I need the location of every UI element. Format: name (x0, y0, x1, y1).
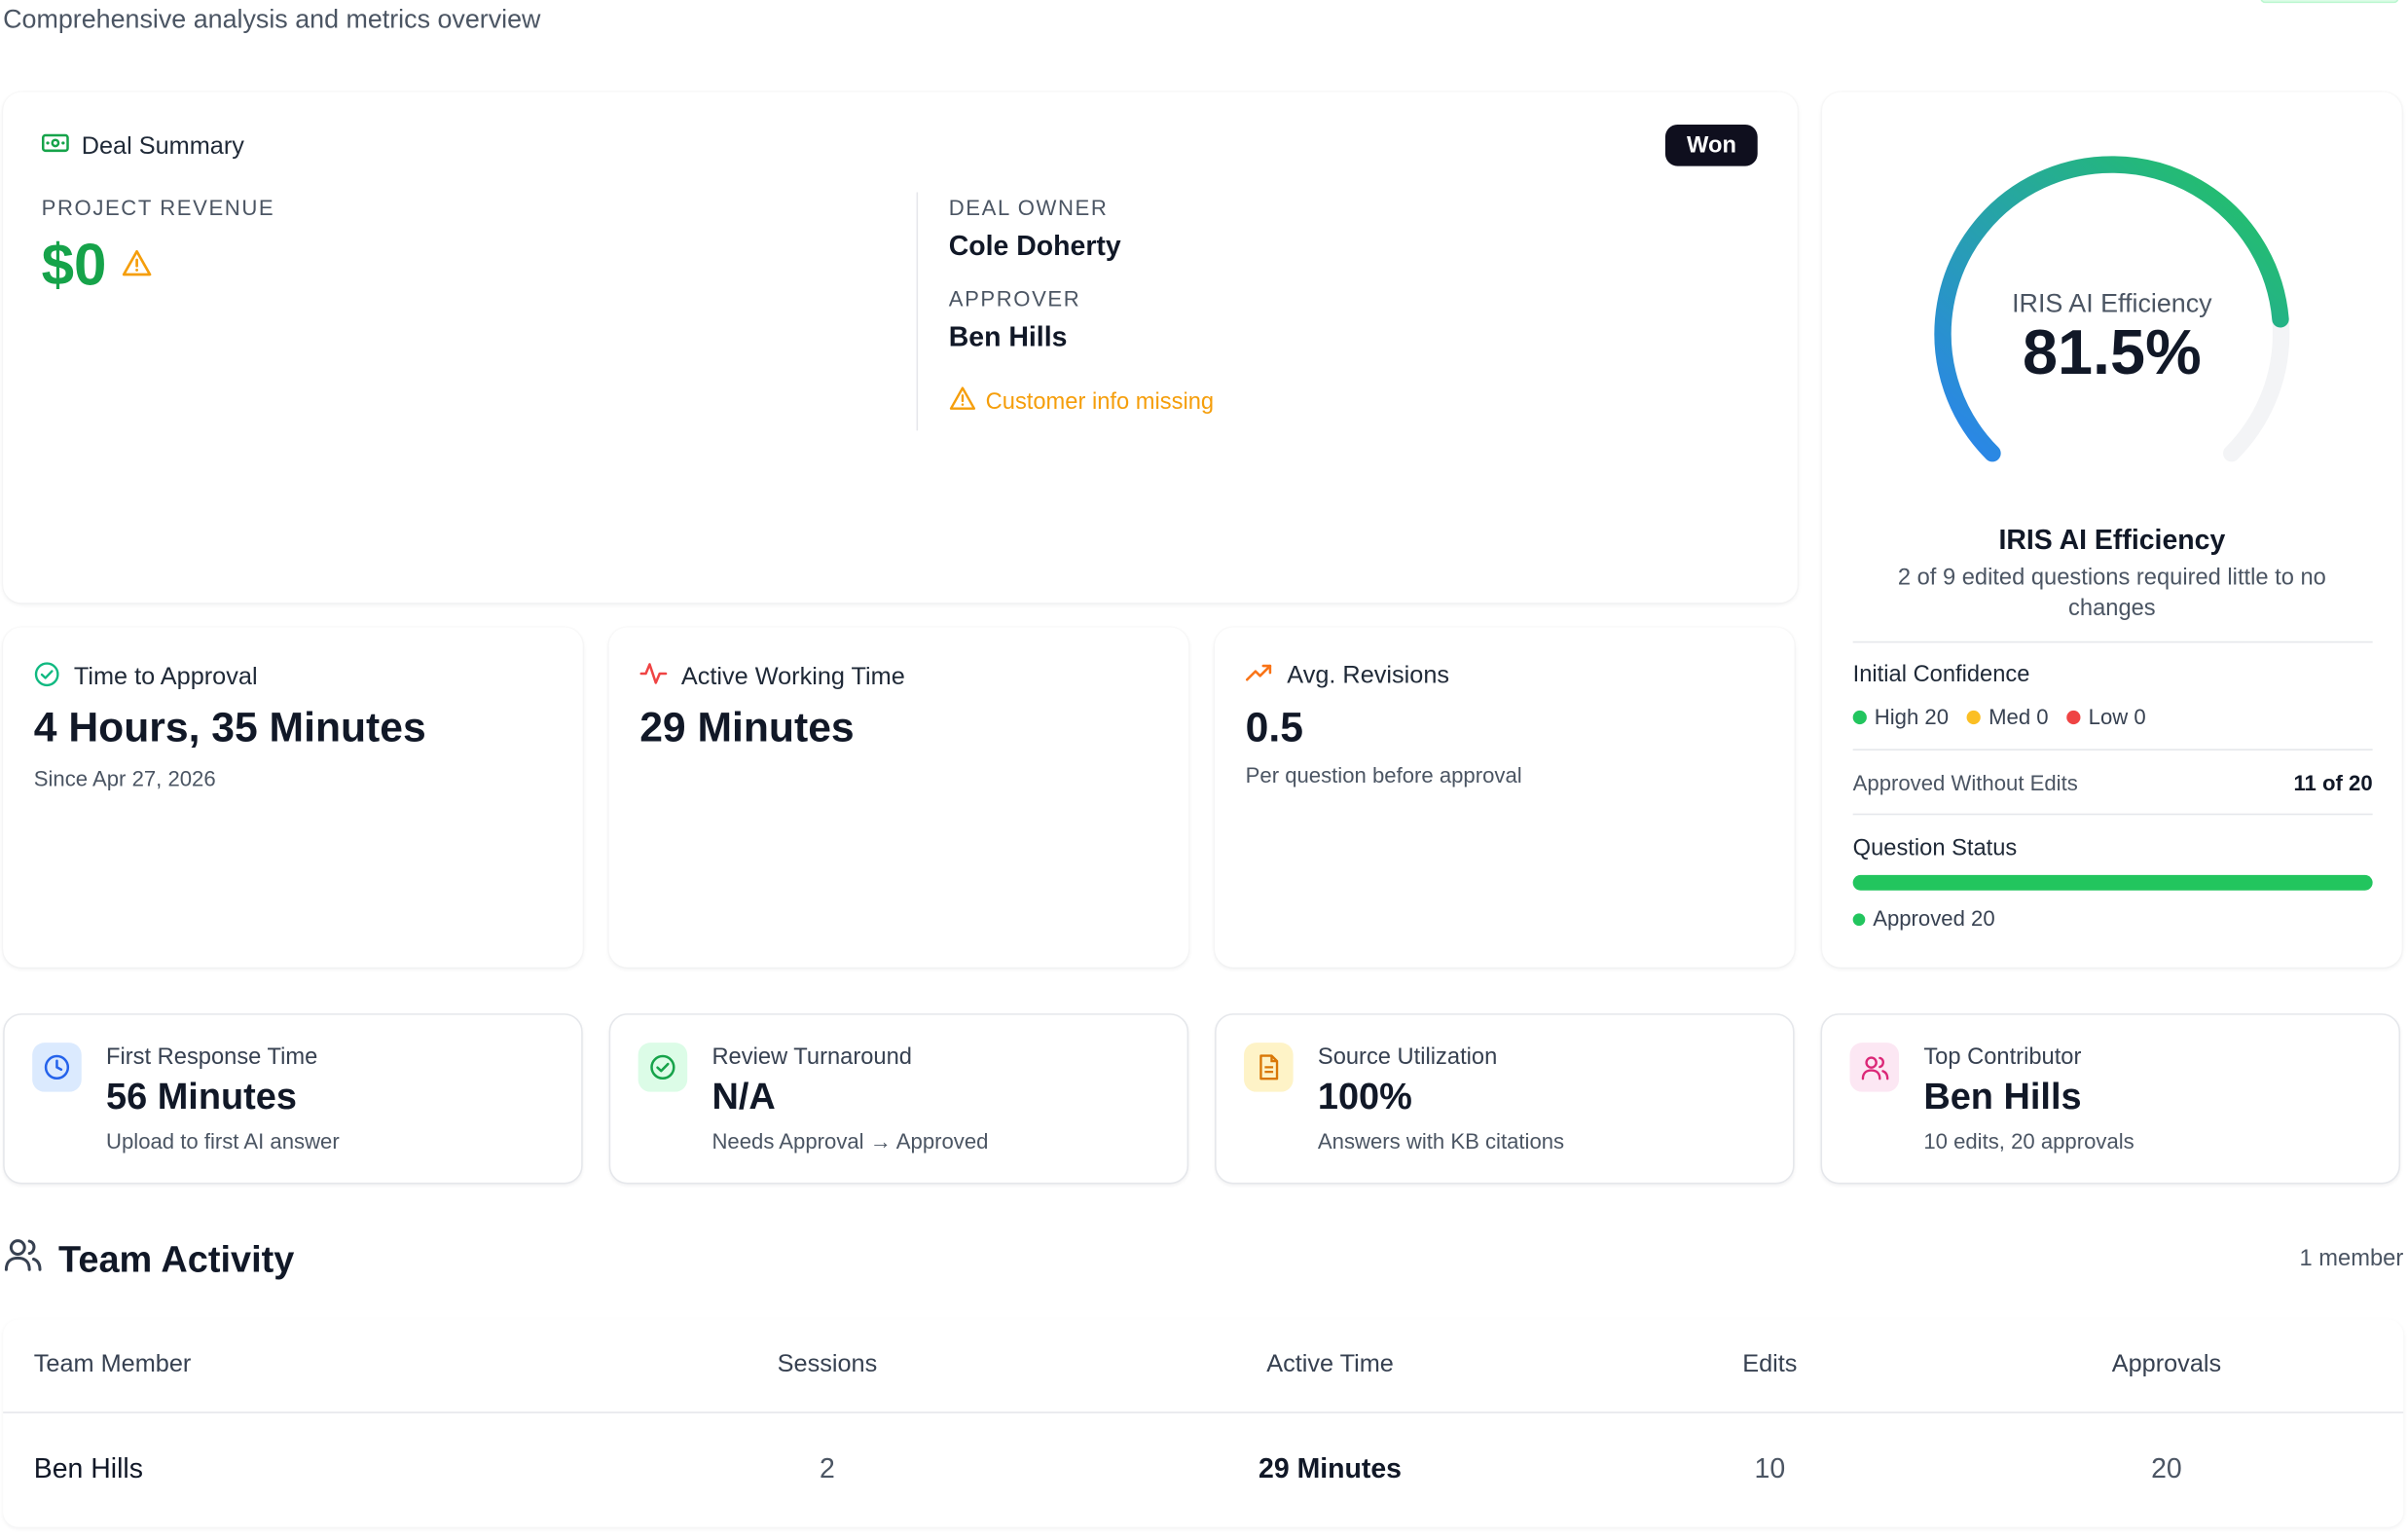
metric-card-top-contributor: Top Contributor Ben Hills 10 edits, 20 a… (1820, 1013, 2401, 1185)
gauge-label: IRIS AI Efficiency (2012, 289, 2212, 319)
cell-active-time: 29 Minutes (1259, 1452, 1403, 1484)
column-header-team-member[interactable]: Team Member (34, 1352, 192, 1379)
confidence-med: Med 0 (1966, 704, 2049, 729)
metric-card-first-response: First Response Time 56 Minutes Upload to… (3, 1013, 583, 1185)
divider (1852, 641, 2373, 643)
metric-card-source-utilization: Source Utilization 100% Answers with KB … (1215, 1013, 1795, 1185)
approver-label: APPROVER (948, 285, 1081, 311)
confidence-low: Low 0 (2066, 704, 2146, 729)
stat-card-time-to-approval: Time to Approval 4 Hours, 35 Minutes Sin… (3, 627, 583, 968)
approved-value: 11 of 20 (2293, 770, 2373, 795)
activity-icon (639, 661, 668, 693)
metric-sub: Upload to first AI answer (106, 1128, 340, 1154)
confidence-high: High 20 (1852, 704, 1950, 729)
table-divider (3, 1411, 2404, 1413)
deal-summary-header: Deal Summary (41, 132, 244, 162)
check-circle-icon (638, 1043, 688, 1092)
check-circle-icon (34, 661, 60, 695)
metric-card-review-turnaround: Review Turnaround N/A Needs Approval → A… (608, 1013, 1189, 1185)
header-action-button[interactable] (2260, 0, 2399, 4)
question-status-bar (1852, 874, 2373, 891)
stat-card-active-working-time: Active Working Time 29 Minutes (608, 627, 1189, 968)
clock-icon (32, 1043, 82, 1092)
metric-sub: Needs Approval → Approved (711, 1128, 989, 1154)
deal-divider (916, 192, 919, 431)
deal-summary-card: Deal Summary Won PROJECT REVENUE $0 DEAL… (3, 92, 1798, 604)
team-member-count: 1 member (2299, 1245, 2404, 1272)
high-dot (1852, 710, 1867, 725)
status-legend: Approved 20 (1852, 905, 1995, 931)
warning-icon (122, 249, 153, 284)
stat-header: Time to Approval (34, 661, 258, 695)
warning-icon (949, 386, 976, 418)
approved-dot (1852, 913, 1866, 927)
stat-label: Avg. Revisions (1287, 662, 1450, 688)
banknote-icon (41, 132, 69, 162)
users-icon (1849, 1043, 1900, 1092)
team-activity-table: Team Member Sessions Active Time Edits A… (3, 1319, 2404, 1527)
stat-value: 29 Minutes (639, 704, 855, 751)
stat-header: Avg. Revisions (1245, 661, 1450, 690)
med-dot (1966, 710, 1982, 725)
stat-sub: Since Apr 27, 2026 (33, 765, 216, 791)
metric-value: N/A (711, 1076, 776, 1118)
divider (1852, 813, 2373, 816)
revenue-block: $0 (42, 234, 153, 300)
divider (1852, 749, 2373, 751)
trending-up-icon (1245, 661, 1273, 690)
cell-approvals: 20 (2151, 1452, 2182, 1484)
metric-sub: Answers with KB citations (1317, 1128, 1565, 1154)
metric-value: 100% (1317, 1076, 1412, 1118)
column-header-edits[interactable]: Edits (1742, 1352, 1797, 1379)
deal-summary-title: Deal Summary (81, 132, 244, 160)
cell-edits: 10 (1754, 1452, 1786, 1484)
low-dot (2066, 710, 2081, 725)
stat-header: Active Working Time (639, 661, 905, 693)
stat-card-avg-revisions: Avg. Revisions 0.5 Per question before a… (1215, 627, 1795, 968)
med-label: Med 0 (1988, 704, 2049, 729)
document-icon (1244, 1043, 1294, 1092)
owner-name: Cole Doherty (948, 230, 1121, 262)
page-subtitle: Comprehensive analysis and metrics overv… (3, 4, 541, 34)
approved-label: Approved Without Edits (1852, 770, 2078, 795)
metric-value: 56 Minutes (106, 1076, 297, 1118)
low-label: Low 0 (2088, 704, 2146, 729)
metric-label: Top Contributor (1923, 1044, 2082, 1071)
confidence-legend: High 20 Med 0 Low 0 (1852, 704, 2146, 729)
gauge-value: 81.5% (2023, 316, 2202, 388)
customer-warning-text: Customer info missing (985, 387, 1215, 415)
metric-label: Review Turnaround (711, 1044, 912, 1071)
column-header-approvals[interactable]: Approvals (2112, 1352, 2221, 1379)
efficiency-title: IRIS AI Efficiency (1998, 524, 2226, 556)
cell-member: Ben Hills (33, 1452, 143, 1484)
question-status-label: Question Status (1852, 834, 2018, 861)
metric-value: Ben Hills (1923, 1076, 2082, 1118)
revenue-label: PROJECT REVENUE (41, 195, 275, 220)
customer-warning: Customer info missing (949, 386, 1214, 418)
metric-sub: 10 edits, 20 approvals (1923, 1128, 2134, 1154)
efficiency-description: 2 of 9 edited questions required little … (1897, 564, 2326, 622)
stat-sub: Per question before approval (1245, 762, 1522, 787)
status-legend-text: Approved 20 (1873, 905, 1995, 931)
approver-name: Ben Hills (948, 321, 1068, 352)
stat-label: Time to Approval (73, 664, 258, 691)
confidence-label: Initial Confidence (1852, 661, 2030, 688)
deal-status-badge: Won (1664, 124, 1759, 166)
owner-label: DEAL OWNER (948, 195, 1109, 220)
high-label: High 20 (1874, 704, 1950, 729)
stat-value: 4 Hours, 35 Minutes (33, 704, 426, 751)
stat-value: 0.5 (1245, 704, 1303, 751)
metric-label: Source Utilization (1317, 1044, 1498, 1071)
column-header-sessions[interactable]: Sessions (778, 1352, 878, 1379)
cell-sessions: 2 (820, 1452, 835, 1484)
stat-label: Active Working Time (680, 663, 905, 690)
team-activity-header: Team Activity (3, 1236, 294, 1284)
metric-label: First Response Time (106, 1044, 318, 1071)
team-activity-title: Team Activity (58, 1238, 295, 1281)
efficiency-card: IRIS AI Efficiency 81.5% IRIS AI Efficie… (1822, 92, 2402, 968)
revenue-value: $0 (41, 234, 107, 299)
users-icon (3, 1236, 43, 1284)
column-header-active-time[interactable]: Active Time (1266, 1352, 1394, 1379)
